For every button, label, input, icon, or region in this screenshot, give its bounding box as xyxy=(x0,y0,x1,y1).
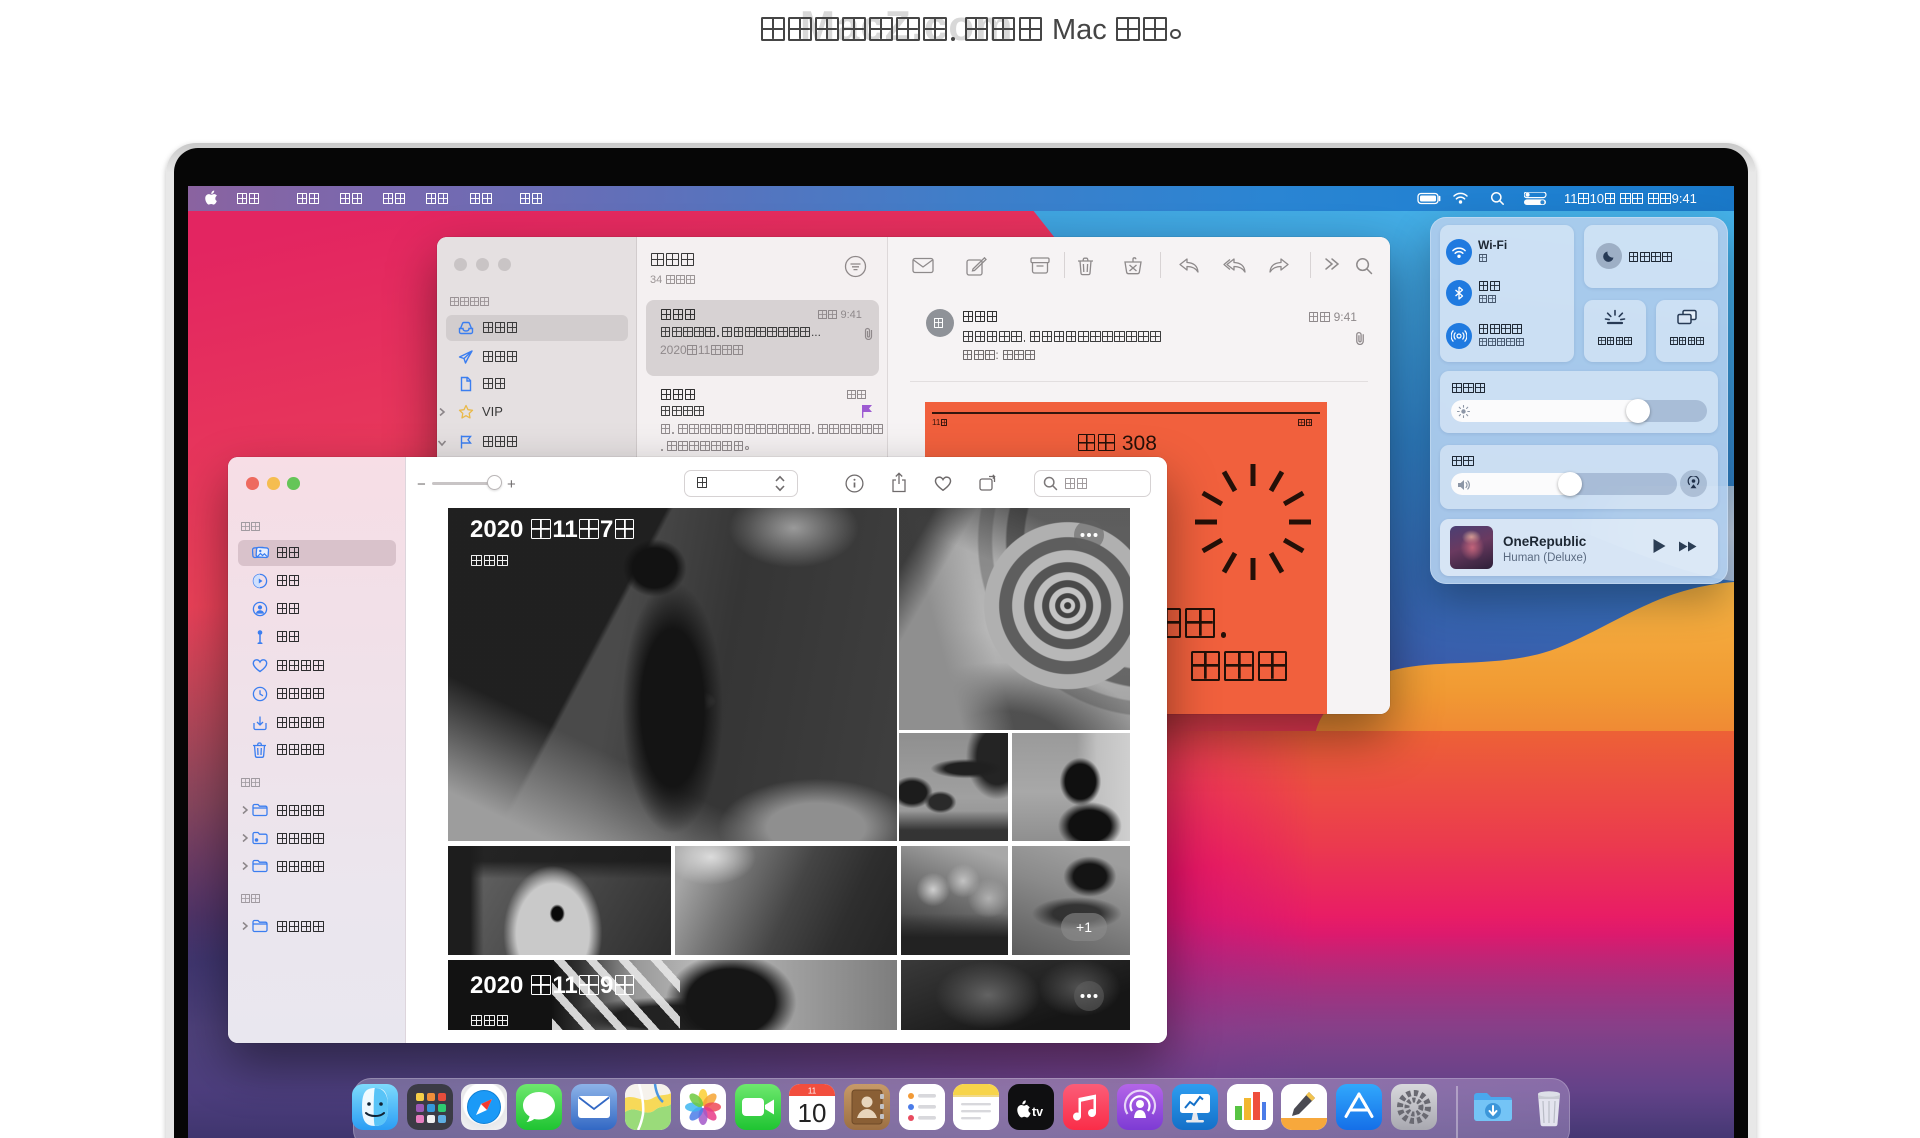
svg-text:10: 10 xyxy=(798,1098,827,1128)
svg-text:tv: tv xyxy=(1032,1105,1043,1119)
svg-text:11: 11 xyxy=(808,1087,817,1096)
